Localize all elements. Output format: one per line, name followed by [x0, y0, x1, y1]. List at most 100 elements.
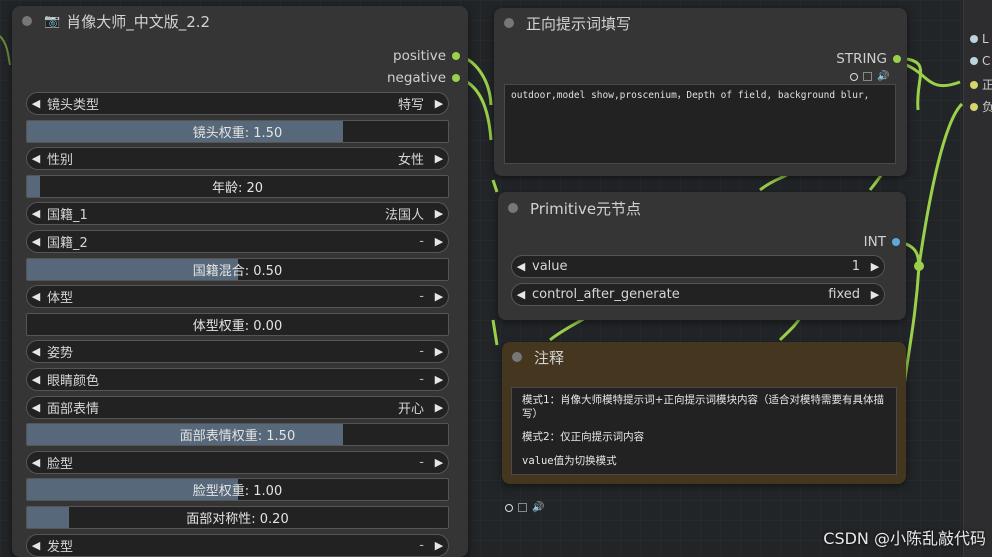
slider-label: 面部表情权重: 1.50: [179, 429, 296, 444]
primitive-node[interactable]: Primitive元节点 INT ◀ value 1 ▶ ◀ control_a…: [498, 192, 906, 320]
slider-widget[interactable]: 年龄: 20: [26, 175, 449, 198]
increment-arrow-icon[interactable]: ▶: [866, 260, 884, 273]
combo-widget[interactable]: ◀ 镜头类型 特写 ▶: [26, 92, 449, 115]
slider-label: 体型权重: 0.00: [192, 319, 283, 334]
note-node[interactable]: 注释 模式1：肖像大师模特提示词+正向提示词模块内容（适合对模特需要有具体描写）…: [502, 342, 906, 484]
prompt-textarea[interactable]: outdoor,model show,proscenium，Depth of f…: [504, 84, 896, 164]
next-arrow-icon[interactable]: ▶: [430, 97, 448, 110]
combo-widget[interactable]: ◀ 脸型 - ▶: [26, 451, 449, 474]
portrait-master-node[interactable]: 📷 肖像大师_中文版_2.2 positive negative ◀ 镜头类型 特写…: [12, 6, 468, 557]
slider-label: 国籍混合: 0.50: [192, 264, 283, 279]
combo-widget[interactable]: ◀ 发型 - ▶: [26, 534, 449, 557]
combo-widget[interactable]: ◀ 面部表情 开心 ▶: [26, 396, 449, 419]
widget-value: 开心: [397, 402, 424, 417]
positive-prompt-node[interactable]: 正向提示词填写 STRING 🔊 outdoor,model show,pros…: [494, 8, 907, 176]
node-title: 注释: [534, 348, 565, 367]
output-negative[interactable]: negative: [387, 70, 460, 86]
input-slot-dot[interactable]: [970, 57, 978, 65]
previous-arrow-icon[interactable]: ◀: [27, 401, 45, 414]
widget-label: 国籍_2: [47, 236, 88, 251]
previous-arrow-icon[interactable]: ◀: [27, 290, 45, 303]
circle-toggle-icon[interactable]: [850, 72, 858, 81]
output-slot[interactable]: [452, 52, 460, 60]
output-slot[interactable]: [893, 55, 901, 63]
next-arrow-icon[interactable]: ▶: [430, 345, 448, 358]
combo-widget[interactable]: ◀ 体型 - ▶: [26, 285, 449, 308]
previous-arrow-icon[interactable]: ◀: [27, 207, 45, 220]
input-slot-item[interactable]: C: [970, 54, 990, 68]
previous-arrow-icon[interactable]: ◀: [27, 152, 45, 165]
combo-widget[interactable]: ◀ 国籍_1 法国人 ▶: [26, 202, 449, 225]
input-slot-item[interactable]: 正: [970, 76, 992, 93]
collapse-dot-icon[interactable]: [508, 203, 518, 213]
previous-arrow-icon[interactable]: ◀: [27, 97, 45, 110]
next-arrow-icon[interactable]: ▶: [866, 288, 884, 301]
output-label: positive: [393, 48, 446, 64]
value-number-widget[interactable]: ◀ value 1 ▶: [511, 255, 885, 278]
widget-label: 眼睛颜色: [47, 374, 100, 389]
note-line-2: 模式2：仅正向提示词内容: [522, 431, 645, 444]
widget-value: 法国人: [384, 208, 424, 223]
node-title-bar[interactable]: 注释: [502, 342, 906, 372]
node-toggle-icons: 🔊: [850, 71, 889, 82]
slider-widget[interactable]: 面部对称性: 0.20: [26, 506, 449, 529]
node-title: Primitive元节点: [530, 199, 642, 218]
slider-label: 面部对称性: 0.20: [186, 512, 289, 527]
next-arrow-icon[interactable]: ▶: [430, 539, 448, 552]
previous-arrow-icon[interactable]: ◀: [27, 456, 45, 469]
next-arrow-icon[interactable]: ▶: [430, 235, 448, 248]
combo-widget[interactable]: ◀ 性别 女性 ▶: [26, 147, 449, 170]
previous-arrow-icon[interactable]: ◀: [27, 345, 45, 358]
next-arrow-icon[interactable]: ▶: [430, 373, 448, 386]
collapse-dot-icon[interactable]: [512, 352, 522, 362]
previous-arrow-icon[interactable]: ◀: [27, 539, 45, 552]
output-string[interactable]: STRING: [836, 51, 901, 67]
next-arrow-icon[interactable]: ▶: [430, 290, 448, 303]
input-slot-item[interactable]: L: [970, 32, 989, 46]
slider-label: 脸型权重: 1.00: [192, 484, 283, 499]
slider-widget[interactable]: 脸型权重: 1.00: [26, 478, 449, 501]
square-toggle-icon[interactable]: [518, 503, 527, 512]
output-int[interactable]: INT: [864, 234, 900, 250]
next-arrow-icon[interactable]: ▶: [430, 207, 448, 220]
square-toggle-icon[interactable]: [863, 72, 872, 81]
slider-widget[interactable]: 面部表情权重: 1.50: [26, 423, 449, 446]
previous-arrow-icon[interactable]: ◀: [27, 235, 45, 248]
combo-widget[interactable]: ◀ 姿势 - ▶: [26, 340, 449, 363]
next-arrow-icon[interactable]: ▶: [430, 152, 448, 165]
camera-icon: 📷: [44, 13, 61, 29]
output-slot[interactable]: [452, 74, 460, 82]
input-slot-item[interactable]: 负: [970, 98, 992, 115]
node-title-bar[interactable]: 📷 肖像大师_中文版_2.2: [12, 6, 468, 36]
decrement-arrow-icon[interactable]: ◀: [512, 260, 530, 273]
combo-widget[interactable]: ◀ 国籍_2 - ▶: [26, 230, 449, 253]
next-arrow-icon[interactable]: ▶: [430, 456, 448, 469]
speaker-icon[interactable]: 🔊: [877, 71, 889, 82]
circle-toggle-icon[interactable]: [505, 503, 513, 512]
input-slot-dot[interactable]: [970, 102, 978, 111]
previous-arrow-icon[interactable]: ◀: [27, 373, 45, 386]
widget-value: 特写: [397, 98, 424, 113]
widget-label: control_after_generate: [532, 287, 680, 302]
output-positive[interactable]: positive: [393, 48, 460, 64]
widget-label: 国籍_1: [47, 208, 88, 223]
combo-widget[interactable]: ◀ 眼睛颜色 - ▶: [26, 368, 449, 391]
input-slot-dot[interactable]: [970, 80, 978, 89]
next-arrow-icon[interactable]: ▶: [430, 401, 448, 414]
slider-widget[interactable]: 国籍混合: 0.50: [26, 258, 449, 281]
right-partial-node[interactable]: L C 正 负: [963, 0, 992, 557]
slider-widget[interactable]: 体型权重: 0.00: [26, 313, 449, 336]
previous-arrow-icon[interactable]: ◀: [512, 288, 530, 301]
slider-widget[interactable]: 镜头权重: 1.50: [26, 120, 449, 143]
output-slot[interactable]: [892, 238, 900, 246]
speaker-icon[interactable]: 🔊: [532, 502, 544, 513]
collapse-dot-icon[interactable]: [22, 16, 32, 26]
note-text[interactable]: 模式1：肖像大师模特提示词+正向提示词模块内容（适合对模特需要有具体描写） 模式…: [511, 387, 897, 475]
collapse-dot-icon[interactable]: [504, 18, 514, 28]
input-slot-label: C: [982, 54, 991, 68]
control-after-generate-combo[interactable]: ◀ control_after_generate fixed ▶: [511, 283, 885, 306]
input-slot-dot[interactable]: [970, 35, 978, 43]
node-title: 肖像大师_中文版_2.2: [66, 12, 211, 31]
node-title-bar[interactable]: Primitive元节点: [498, 192, 906, 224]
node-title-bar[interactable]: 正向提示词填写: [494, 8, 907, 38]
